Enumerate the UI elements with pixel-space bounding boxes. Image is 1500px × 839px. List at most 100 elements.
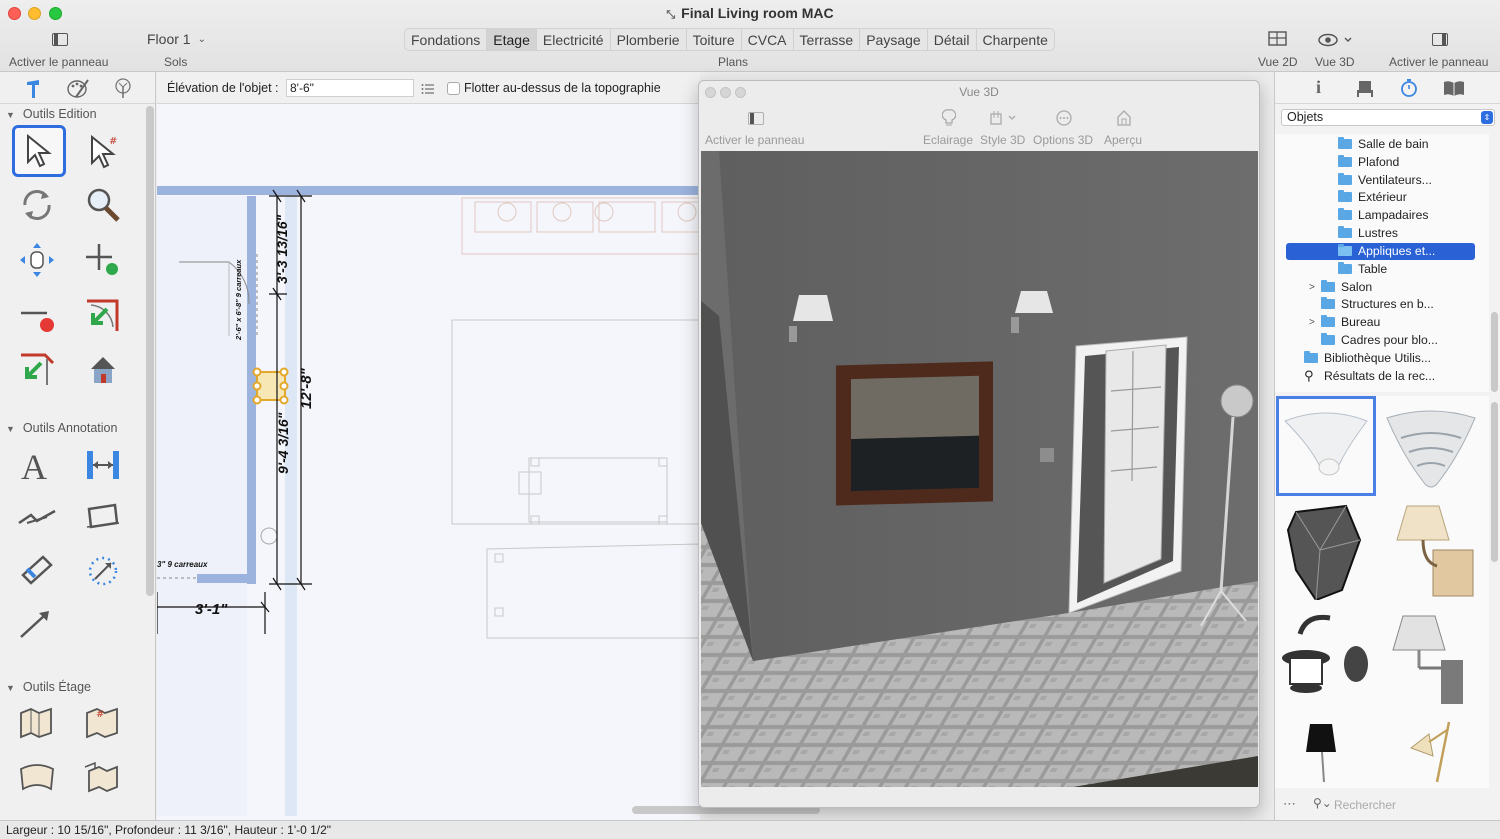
3d-render-viewport[interactable] [701,151,1258,789]
tree-icon[interactable] [112,77,134,99]
tab-toiture[interactable]: Toiture [687,29,742,50]
floor-plan-tool[interactable] [12,698,62,748]
thumb-sconce-faceted[interactable] [1276,500,1376,602]
search-filter-icon[interactable]: ⚲⌄ [1313,796,1332,810]
info-icon[interactable]: i [1316,77,1321,98]
pan-tool[interactable] [12,235,62,285]
disclosure-chevron-icon[interactable]: > [1309,279,1315,296]
tab-cvca[interactable]: CVCA [742,29,794,50]
lightbulb-icon[interactable] [942,109,956,127]
tree-item-resultats[interactable]: ⚲ Résultats de la rec... [1304,367,1435,384]
zoom-tool[interactable] [78,180,128,230]
thumb-sconce-black-shade[interactable] [1276,712,1376,788]
ellipsis-menu-icon[interactable]: ⋯ [1283,796,1296,812]
tree-item-bureau[interactable]: > Bureau [1309,314,1380,331]
stopwatch-icon[interactable] [1399,78,1419,98]
vue3d-panel-toggle-icon[interactable] [748,112,764,125]
tree-item-salle-de-bain[interactable]: Salle de bain [1338,136,1428,153]
thumb-sconce-swing-arm[interactable] [1381,608,1481,708]
dim-label-1[interactable]: 3'-3 13/16" [274,215,290,284]
chair-icon[interactable] [1355,79,1375,99]
stacked-plan-tool[interactable] [78,752,128,802]
house-preview-icon[interactable] [1116,109,1132,127]
text-tool[interactable]: A [12,440,62,490]
tree-item-label: Ventilateurs... [1358,173,1432,187]
library-type-dropdown[interactable]: Objets ⇕ [1281,109,1495,126]
tree-item-lampadaires[interactable]: Lampadaires [1338,207,1428,224]
dimension-tool[interactable] [78,440,128,490]
float-topography-checkbox[interactable] [447,82,460,95]
floor-value: Floor 1 [147,31,191,47]
tree-item-appliques[interactable]: Appliques et... [1286,243,1475,260]
floor-plan-canvas[interactable]: 3'-3 13/16" 9'-4 3/16" 12'-8" 3'-1" 2'-6… [157,104,700,820]
tab-charpente[interactable]: Charpente [977,29,1054,50]
floor-select[interactable]: Floor 1 ⌄ [140,29,212,50]
tab-terrasse[interactable]: Terrasse [794,29,861,50]
break-tool[interactable] [12,344,62,394]
tools-panel-scrollbar[interactable] [146,106,154,596]
elevation-input[interactable]: 8'-6" [286,79,414,97]
house-tool[interactable] [78,344,128,394]
vue-2d-icon[interactable] [1268,31,1288,47]
tree-item-bibliotheque[interactable]: Bibliothèque Utilis... [1304,350,1431,367]
cad-polyline-tool[interactable] [12,546,62,596]
tree-item-lustres[interactable]: Lustres [1338,225,1398,242]
thumb-sconce-lamp-shade[interactable] [1381,500,1481,600]
tab-fondations[interactable]: Fondations [405,29,488,50]
thumb-sconce-tiered[interactable] [1381,396,1481,496]
thumb-sconce-brass[interactable] [1381,712,1481,788]
list-icon[interactable] [421,83,435,95]
tree-item-label: Cadres pour blo... [1341,333,1438,347]
library-search-input[interactable]: Rechercher [1334,798,1396,812]
tree-item-table[interactable]: Table [1338,261,1387,278]
tree-item-label: Structures en b... [1341,297,1434,311]
tree-item-ventilateurs[interactable]: Ventilateurs... [1338,172,1432,189]
section-title-text: Outils Étage [22,680,92,694]
tab-etage[interactable]: Etage [487,29,537,50]
library-thumbnails [1275,396,1489,788]
tab-paysage[interactable]: Paysage [860,29,928,50]
tab-detail[interactable]: Détail [928,29,977,50]
section-outils-annotation[interactable]: ▼ Outils Annotation [6,421,117,435]
floor-plan-hash-tool[interactable]: # [78,698,128,748]
select-group-tool[interactable]: # [78,126,128,176]
library-thumbnails-scrollbar[interactable] [1491,402,1498,562]
dim-label-2[interactable]: 9'-4 3/16" [275,412,291,474]
hammer-icon[interactable] [24,78,44,100]
right-panel-toggle-icon[interactable] [1432,33,1448,46]
tree-item-label: Bureau [1341,315,1381,329]
tree-item-cadres[interactable]: Cadres pour blo... [1321,332,1438,349]
rotate-tool[interactable] [12,180,62,230]
select-objects-tool[interactable] [12,125,66,177]
arrow-pointer-hash-icon: # [91,134,117,169]
tree-item-exterieur[interactable]: Extérieur [1338,189,1407,206]
disclosure-chevron-icon[interactable]: > [1309,314,1315,331]
add-point-tool[interactable] [78,235,128,285]
line-tool[interactable] [12,492,62,542]
delete-point-tool[interactable] [12,292,62,342]
curved-plan-tool[interactable] [12,752,62,802]
thumb-sconce-shell[interactable] [1276,396,1376,496]
tree-item-plafond[interactable]: Plafond [1338,154,1399,171]
svg-text:#: # [109,136,117,147]
palette-brush-icon[interactable] [66,77,90,99]
options-dots-icon[interactable] [1056,110,1072,126]
eye-icon[interactable] [1318,33,1354,47]
brush-style-icon[interactable] [989,110,1019,126]
section-outils-edition[interactable]: ▼ Outils Edition [6,107,97,121]
tab-electricite[interactable]: Electricité [537,29,611,50]
circle-tool[interactable] [78,546,128,596]
book-icon[interactable] [1443,79,1465,97]
join-tool[interactable] [78,290,128,340]
dim-label-3[interactable]: 12'-8" [298,367,315,409]
dim-label-4[interactable]: 3'-1" [195,601,228,618]
tree-item-salon[interactable]: > Salon [1309,279,1372,296]
cad-box-tool[interactable] [78,492,128,542]
left-panel-toggle-icon[interactable] [52,33,68,46]
section-outils-etage[interactable]: ▼ Outils Étage [6,680,91,694]
tab-plomberie[interactable]: Plomberie [611,29,687,50]
arrow-tool[interactable] [12,600,62,650]
thumb-sconce-lantern[interactable] [1276,608,1376,708]
library-tree-scrollbar[interactable] [1491,312,1498,392]
tree-item-structures[interactable]: Structures en b... [1321,296,1434,313]
